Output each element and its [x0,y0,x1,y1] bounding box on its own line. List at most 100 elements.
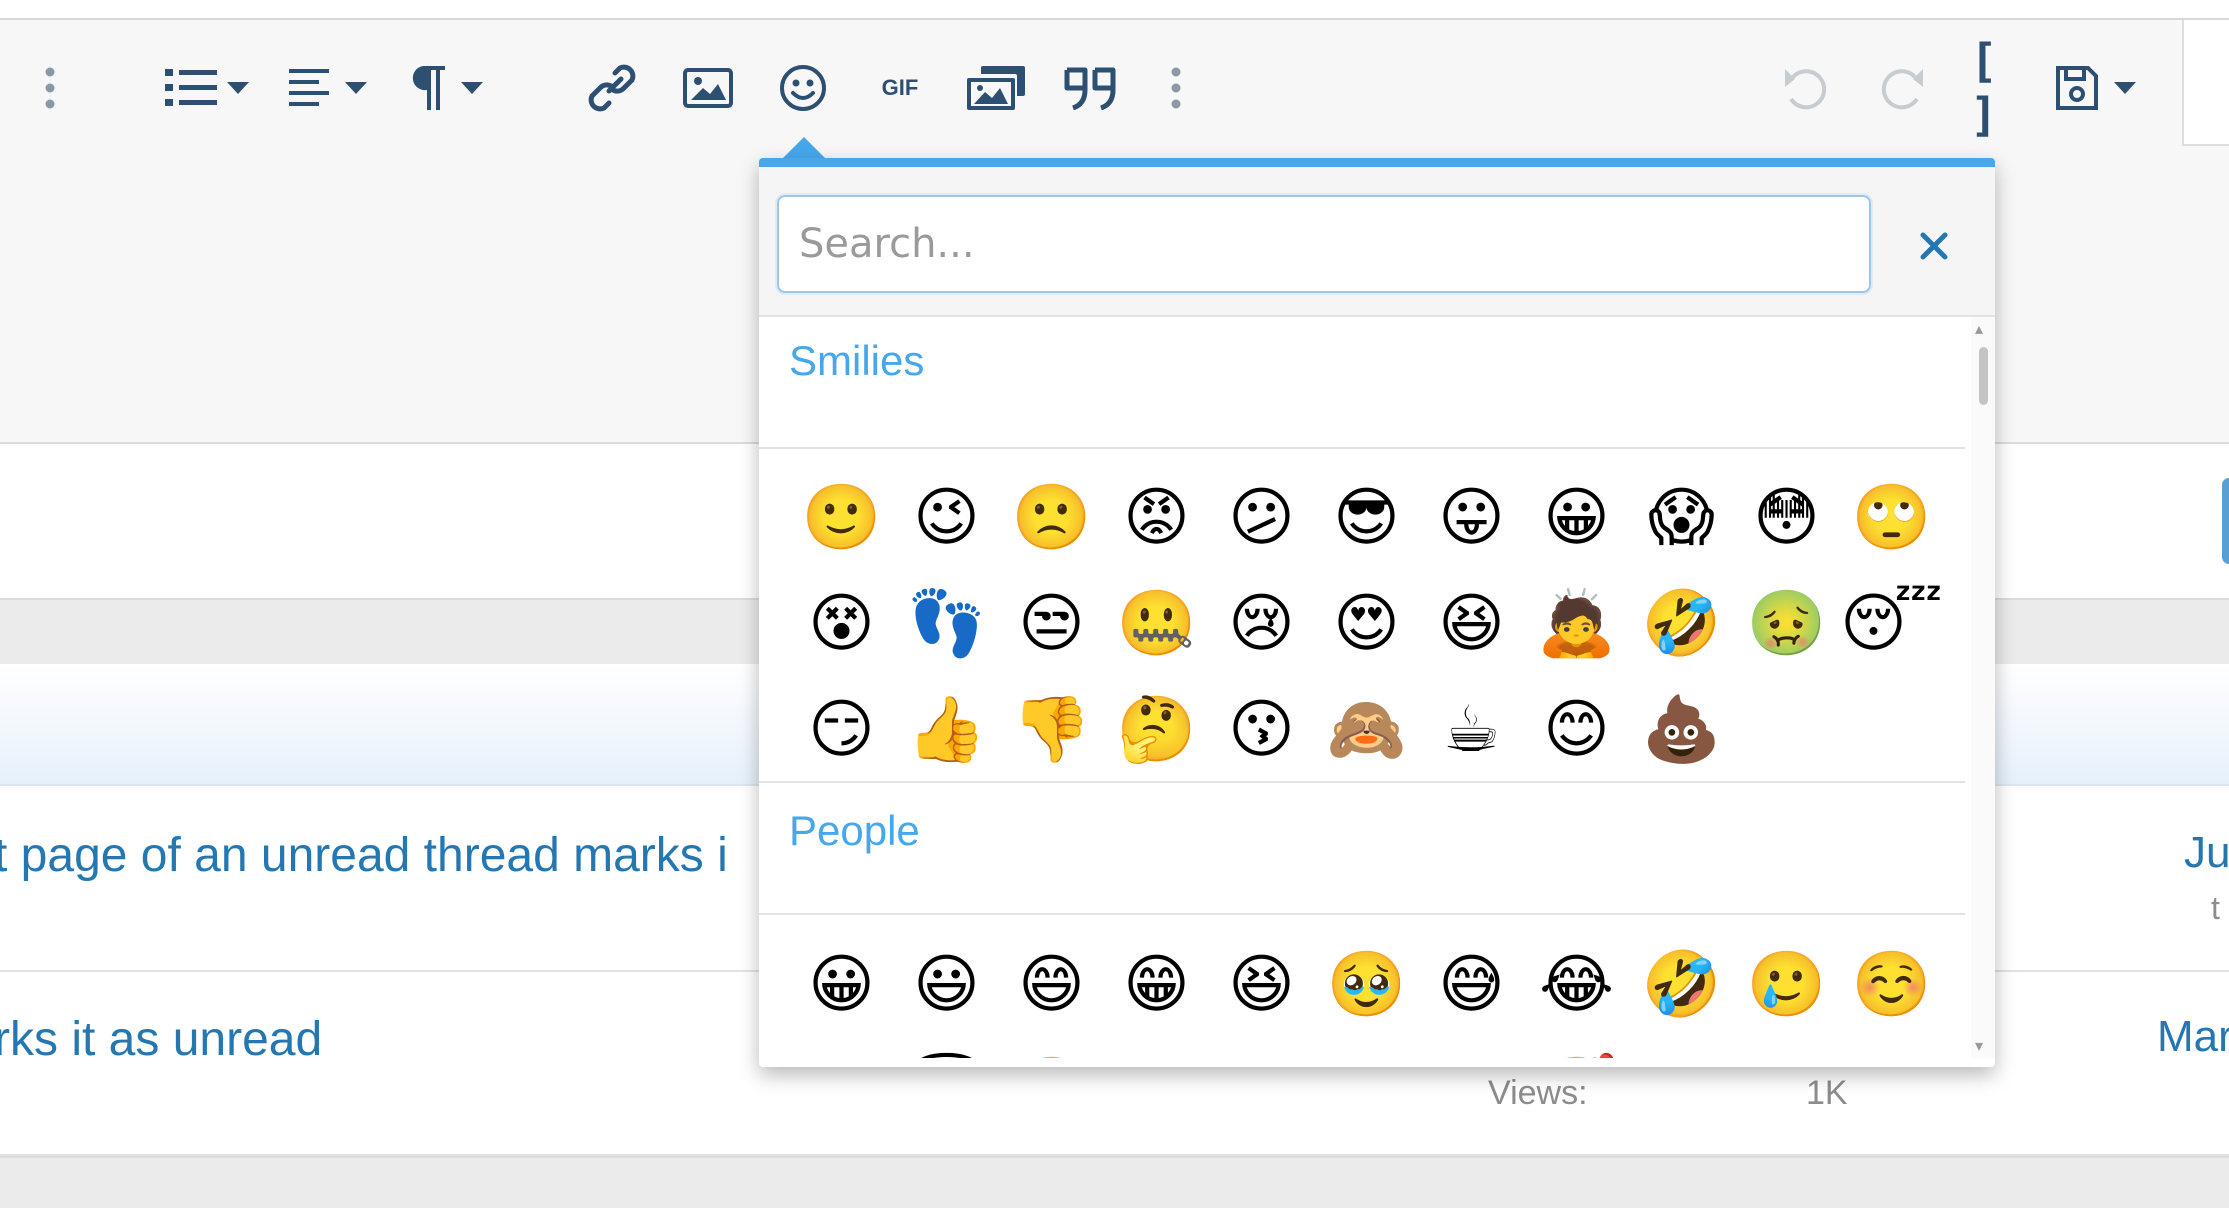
quote-button[interactable] [1060,55,1122,121]
align-left-icon [289,69,367,106]
media-button[interactable] [964,55,1028,121]
emoji-button[interactable] [775,55,831,121]
emoji-item[interactable]: 😀 [1524,465,1629,571]
emoji-item[interactable]: 😵 [789,571,894,677]
emoji-item[interactable]: 🥹 [1314,932,1419,1038]
undo-button[interactable] [1778,55,1834,121]
scroll-up-icon[interactable]: ▴ [1975,319,1983,339]
emoji-item[interactable]: 😗 [1734,1038,1839,1058]
emoji-item[interactable]: 🙂 [999,1038,1104,1058]
image-button[interactable] [680,55,736,121]
latest-post-date[interactable]: Mar [2157,1012,2229,1062]
emoji-item[interactable]: 😆 [1209,932,1314,1038]
media-gallery-icon [967,66,1025,110]
quote-icon [1064,67,1116,110]
emoji-item[interactable]: 😘 [1629,1038,1734,1058]
emoji-item[interactable]: 😍 [1419,1038,1524,1058]
emoji-item[interactable]: 😉 [894,465,999,571]
emoji-grid-people: 😀😃😄😁😆🥹😅😂🤣🥲☺️ 😊😇🙂🙃😉😌😍🥰😘😗😙 [789,932,1949,1058]
emoji-item[interactable]: 😳 [1734,465,1839,571]
image-icon [683,68,733,108]
emoji-item[interactable]: 😁 [1104,932,1209,1038]
emoji-item[interactable]: 😄 [999,932,1104,1038]
emoji-item[interactable]: 👣 [894,571,999,677]
emoji-item[interactable]: 🙃 [1104,1038,1209,1058]
thread-title-link[interactable]: rks it as unread [0,1012,322,1067]
emoji-item[interactable]: 💩 [1629,677,1734,783]
emoji-item[interactable]: 😴 [1839,571,1944,677]
emoji-item[interactable]: 😕 [1209,465,1314,571]
gif-button[interactable]: GIF [870,55,930,121]
emoji-item[interactable]: ☕ [1419,677,1524,783]
emoji-item[interactable]: 🤣 [1629,571,1734,677]
emoji-item[interactable]: 😢 [1209,571,1314,677]
emoji-item[interactable]: 😡 [1104,465,1209,571]
emoji-item[interactable]: 😱 [1629,465,1734,571]
drafts-button[interactable] [2054,55,2140,121]
category-title-smilies: Smilies [789,337,925,384]
list-button[interactable] [163,55,253,121]
scroll-down-icon[interactable]: ▾ [1975,1036,1983,1056]
emoji-item[interactable]: 🙄 [1839,465,1944,571]
brackets-icon: [ ] [1970,34,1998,142]
emoji-item[interactable]: 🥰 [1524,1038,1629,1058]
smiley-icon [780,65,826,111]
emoji-search-input[interactable] [777,195,1871,293]
latest-post-author[interactable]: t [2211,890,2220,927]
emoji-item[interactable]: 😒 [999,571,1104,677]
emoji-item[interactable]: 🤢 [1734,571,1839,677]
emoji-item[interactable]: 😊 [1524,677,1629,783]
emoji-item[interactable]: 😅 [1419,932,1524,1038]
emoji-item[interactable]: 👎 [999,677,1104,783]
scrollbar[interactable]: ▴ ▾ [1971,317,1995,1058]
redo-button[interactable] [1874,55,1930,121]
scrollbar-thumb[interactable] [1979,347,1988,405]
emoji-item[interactable]: 😛 [1419,465,1524,571]
emoji-item[interactable]: 😀 [789,932,894,1038]
toggle-bbcode-button[interactable]: [ ] [1970,34,2026,142]
emoji-item[interactable]: 😆 [1419,571,1524,677]
emoji-item[interactable]: 😗 [1209,677,1314,783]
emoji-item[interactable]: 😍 [1314,571,1419,677]
emoji-item[interactable]: 👍 [894,677,999,783]
emoji-item[interactable]: 🤔 [1104,677,1209,783]
link-icon [588,64,636,112]
emoji-item[interactable]: 🙇 [1524,571,1629,677]
views-value: 1K [1806,1074,1848,1112]
emoji-item[interactable]: ☺️ [1839,932,1944,1038]
emoji-item[interactable]: 🙂 [789,465,894,571]
list-icon [165,69,249,106]
section-divider [0,1156,2229,1208]
emoji-grid-smilies: 🙂 😉 🙁 😡 😕 😎 😛 😀 😱 😳 🙄 😵 👣 😒 🤐 😢 😍 😆 🙇 🤣 🤢 😴 😏 👍 👎 🤔 😗 🙈 ☕ 😊 💩 [789,465,1949,783]
emoji-item[interactable]: 😊 [789,1038,894,1058]
link-button[interactable] [584,55,640,121]
more-options-left-button[interactable] [30,55,70,121]
latest-post-date[interactable]: Jul [2184,828,2229,878]
redo-icon [1881,69,1923,110]
save-icon [2056,66,2136,110]
thread-title-link[interactable]: t page of an unread thread marks i [0,828,728,883]
emoji-item[interactable]: 😌 [1314,1038,1419,1058]
close-icon [1920,232,1948,260]
emoji-item[interactable]: 😎 [1314,465,1419,571]
emoji-item[interactable]: 😂 [1524,932,1629,1038]
emoji-item[interactable]: 😏 [789,677,894,783]
emoji-item[interactable]: 🙁 [999,465,1104,571]
panel-edge [2182,20,2229,146]
more-options-right-button[interactable] [1166,55,1186,121]
emoji-item[interactable]: 😇 [894,1038,999,1058]
emoji-item[interactable]: 😃 [894,932,999,1038]
category-divider [759,781,1965,783]
emoji-item[interactable]: 😉 [1209,1038,1314,1058]
post-button-edge[interactable] [2222,478,2229,564]
emoji-item[interactable]: 🤣 [1629,932,1734,1038]
top-rule [0,0,2229,20]
vertical-dots-icon [45,67,55,109]
close-button[interactable] [1909,221,1959,271]
align-button[interactable] [287,55,371,121]
paragraph-button[interactable] [405,55,487,121]
emoji-item[interactable]: 🥲 [1734,932,1839,1038]
emoji-item[interactable]: 🙈 [1314,677,1419,783]
emoji-item[interactable]: 😙 [1839,1038,1944,1058]
emoji-item[interactable]: 🤐 [1104,571,1209,677]
